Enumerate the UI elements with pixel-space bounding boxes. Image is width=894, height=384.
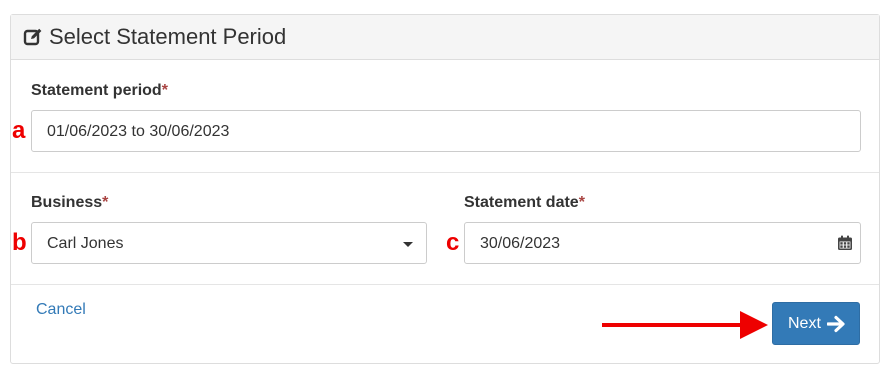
cancel-link[interactable]: Cancel [36, 301, 86, 319]
required-asterisk: * [161, 82, 168, 99]
caret-down-icon [403, 242, 413, 247]
statement-date-value: 30/06/2023 [480, 235, 561, 252]
edit-icon [23, 28, 42, 46]
panel-heading: Select Statement Period [11, 15, 879, 60]
annotation-marker-c: c [446, 229, 460, 256]
required-asterisk: * [102, 194, 109, 211]
business-select[interactable]: Carl Jones [31, 222, 427, 264]
statement-period-field[interactable]: 01/06/2023 to 30/06/2023 [31, 110, 861, 152]
annotation-arrow-icon [602, 311, 768, 339]
statement-date-label: Statement date* [464, 194, 585, 211]
next-button-label: Next [788, 315, 821, 332]
panel-title: Select Statement Period [49, 24, 287, 49]
annotation-marker-b: b [12, 229, 27, 256]
required-asterisk: * [578, 194, 585, 211]
statement-period-label: Statement period* [31, 82, 168, 99]
arrow-right-icon [827, 315, 845, 333]
statement-period-value: 01/06/2023 to 30/06/2023 [47, 123, 230, 140]
next-button[interactable]: Next [772, 302, 860, 345]
annotation-marker-a: a [12, 117, 26, 144]
calendar-icon[interactable] [837, 235, 853, 251]
footer-divider [11, 284, 879, 285]
statement-date-field[interactable]: 30/06/2023 [464, 222, 861, 264]
business-value: Carl Jones [47, 235, 124, 252]
section-divider [11, 172, 879, 173]
business-label: Business* [31, 194, 109, 211]
